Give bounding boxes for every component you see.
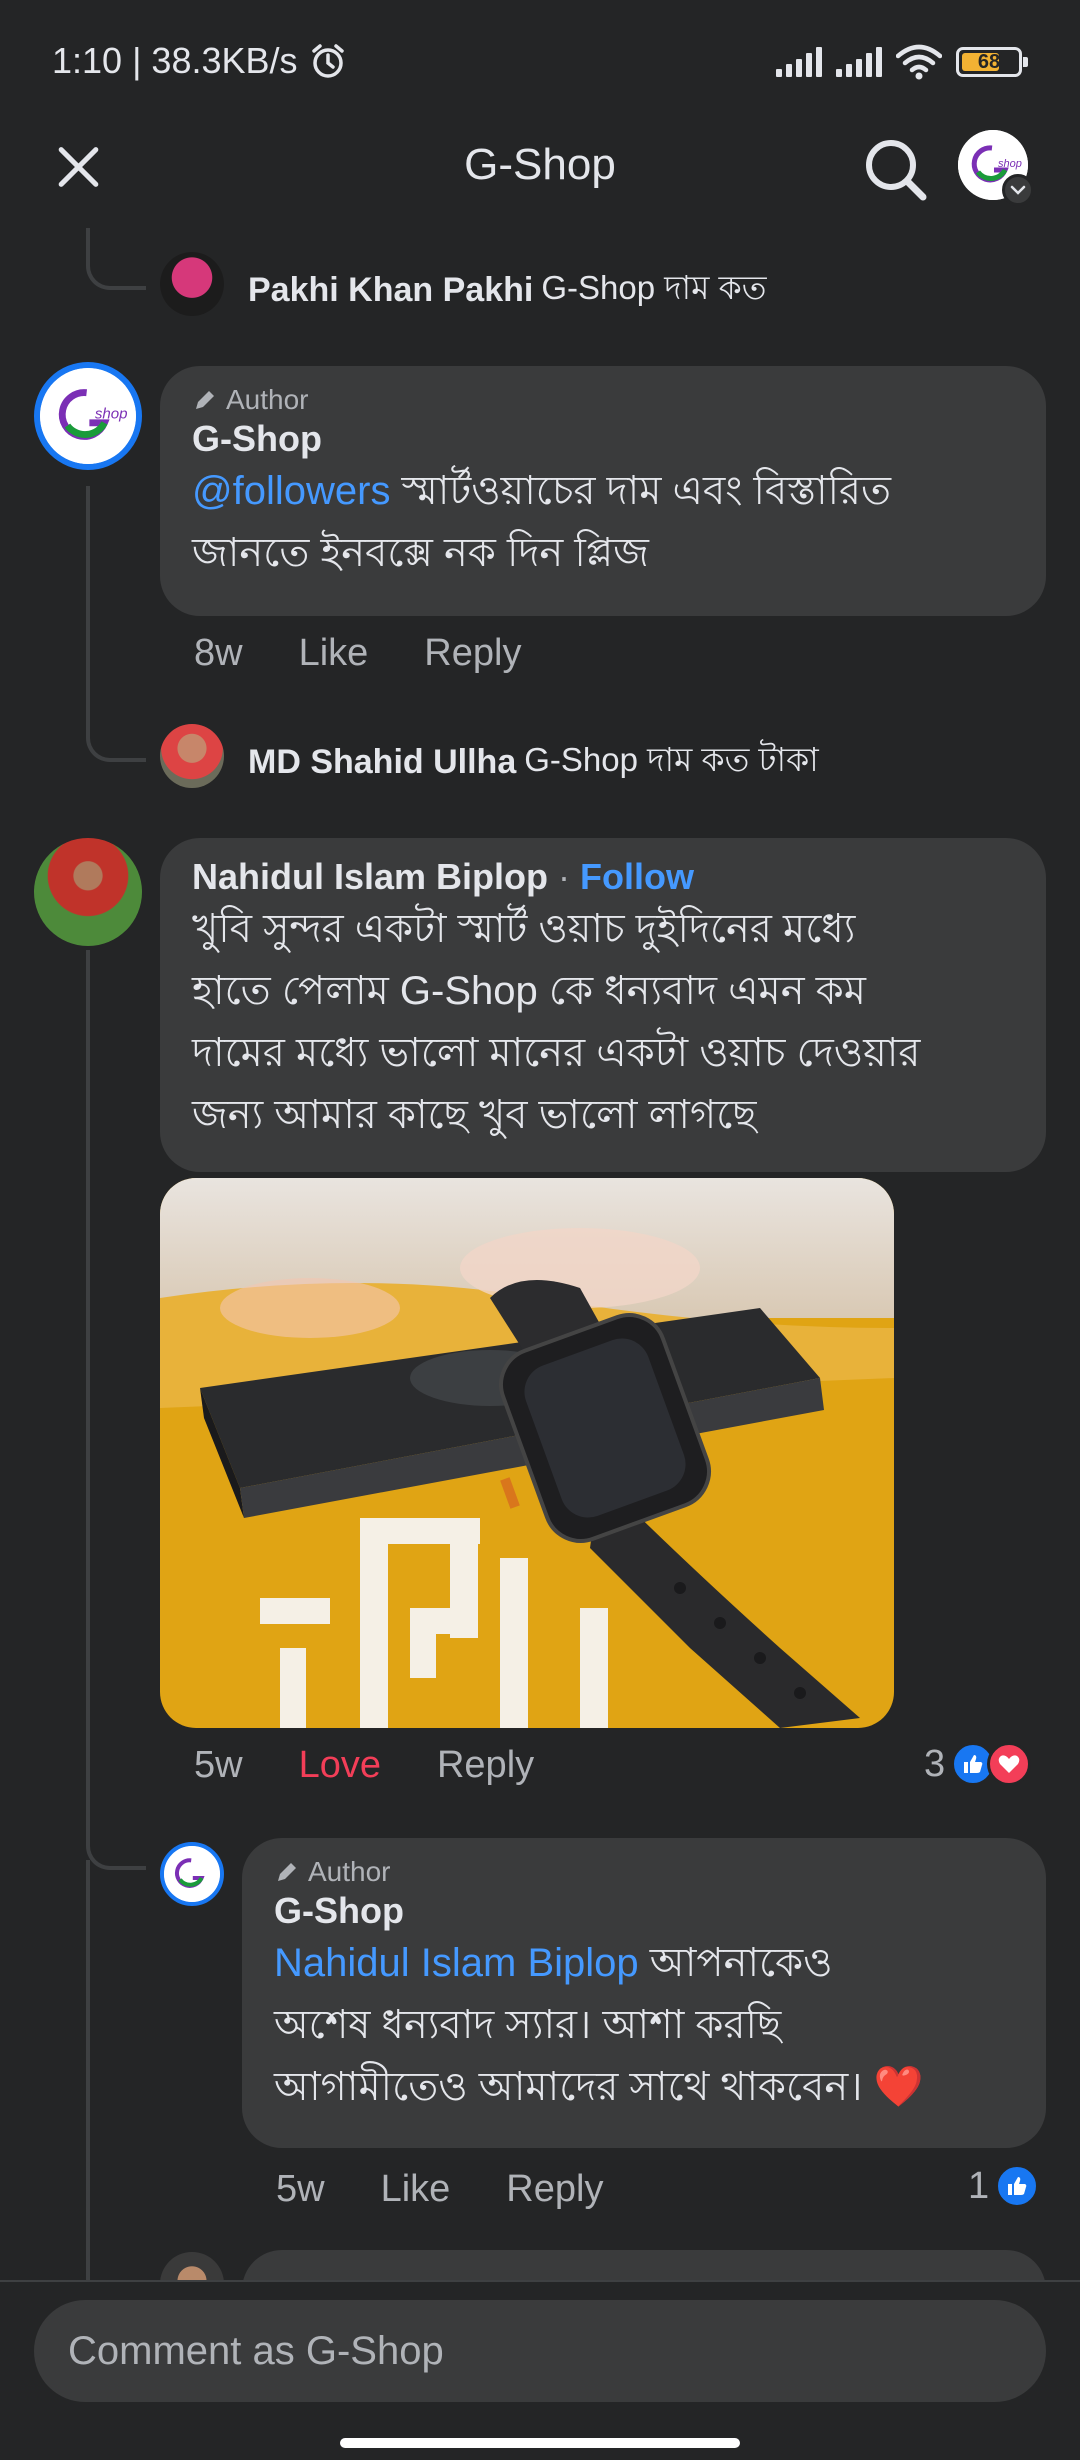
battery-level: 68 — [977, 50, 1001, 73]
reaction-summary[interactable]: 3 — [924, 1742, 1032, 1786]
thread-line — [86, 486, 90, 708]
comment-photo[interactable] — [160, 1178, 894, 1728]
avatar[interactable] — [160, 724, 224, 788]
reply-button[interactable]: Reply — [424, 632, 521, 675]
reaction-summary[interactable]: 1 — [968, 2164, 1040, 2208]
comment-time[interactable]: 5w — [276, 2168, 325, 2211]
reaction-count: 1 — [968, 2164, 990, 2207]
reply-summary[interactable]: Pakhi Khan Pakhi G-Shop দাম কত — [248, 262, 766, 318]
gshop-logo-icon: shop — [40, 368, 136, 464]
author-label: Author — [226, 384, 309, 415]
comment-actions: 5w Like Reply — [276, 2168, 659, 2211]
like-button[interactable]: Like — [299, 632, 369, 675]
search-icon[interactable] — [860, 134, 930, 204]
commenter-name[interactable]: G-Shop — [274, 1890, 1014, 1932]
reply-summary[interactable]: MD Shahid Ullha G-Shop দাম কত টাকা — [248, 734, 819, 790]
comment-text: G-Shop দাম কত টাকা — [524, 741, 819, 778]
author-badge: Author — [192, 384, 1014, 416]
thread-line — [86, 950, 90, 1750]
heart-reaction-icon — [987, 1742, 1032, 1786]
avatar[interactable] — [34, 838, 142, 946]
pencil-icon — [278, 1863, 296, 1881]
comment-text-line: হাতে পেলাম G-Shop কে ধন্যবাদ এমন কম — [192, 969, 866, 1013]
author-label: Author — [308, 1856, 391, 1887]
comment-actions: 5w Love Reply — [194, 1744, 590, 1787]
comment-text: @followers স্মার্টওয়াচের দাম এবং বিস্তা… — [192, 469, 892, 513]
mention-link[interactable]: Nahidul Islam Biplop — [274, 1941, 639, 1985]
battery-icon: 68 — [956, 47, 1028, 77]
comment-bubble[interactable]: Nahidul Islam Biplop · Follow খুবি সুন্দ… — [160, 838, 1046, 1172]
svg-text:shop: shop — [95, 406, 128, 423]
chevron-down-icon — [1002, 174, 1034, 206]
comment-text: Nahidul Islam Biplop আপনাকেও — [274, 1941, 833, 1985]
signal-icon-2 — [836, 47, 882, 77]
status-time-speed: 1:10 | 38.3KB/s — [52, 40, 298, 81]
thread-connector — [86, 700, 146, 762]
profile-avatar-button[interactable]: shop — [958, 130, 1034, 206]
thread-connector — [86, 228, 146, 290]
mention-link[interactable]: @followers — [192, 469, 390, 513]
heart-emoji: ❤️ — [873, 2065, 924, 2109]
comment-time[interactable]: 5w — [194, 1744, 243, 1787]
comment-header: Nahidul Islam Biplop · Follow — [192, 856, 695, 897]
comment-text-line: খুবি সুন্দর একটা স্মার্ট ওয়াচ দুইদিনের … — [192, 907, 856, 951]
comment-time[interactable]: 8w — [194, 632, 243, 675]
home-indicator[interactable] — [340, 2438, 740, 2448]
reply-button[interactable]: Reply — [437, 1744, 534, 1787]
signal-icon — [776, 47, 822, 77]
like-reaction-icon — [995, 2164, 1040, 2208]
pencil-icon — [196, 391, 214, 409]
page-avatar[interactable] — [160, 1842, 224, 1906]
svg-text:shop: shop — [998, 158, 1022, 170]
comment-composer-bar — [0, 2280, 1080, 2460]
reply-button[interactable]: Reply — [506, 2168, 603, 2211]
follow-button[interactable]: Follow — [580, 856, 694, 897]
commenter-name[interactable]: Pakhi Khan Pakhi — [248, 271, 533, 310]
love-button[interactable]: Love — [299, 1744, 381, 1787]
gshop-logo-icon — [164, 1846, 220, 1902]
wifi-icon — [896, 44, 942, 80]
like-button[interactable]: Like — [381, 2168, 451, 2211]
comment-text-line: জন্য আমার কাছে খুব ভালো লাগছে — [192, 1093, 757, 1137]
thread-connector — [86, 1740, 146, 1870]
thread-line — [86, 1860, 90, 2280]
commenter-name[interactable]: MD Shahid Ullha — [248, 743, 516, 782]
comment-bubble[interactable]: Author G-Shop @followers স্মার্টওয়াচের … — [160, 366, 1046, 616]
comment-text-line: জানতে ইনবক্সে নক দিন প্লিজ — [192, 531, 649, 575]
status-right: 68 — [776, 44, 1028, 80]
reaction-count: 3 — [924, 1742, 946, 1785]
status-bar: 1:10 | 38.3KB/s 68 — [0, 0, 1080, 130]
comment-actions: 8w Like Reply — [194, 632, 577, 675]
comment-text: G-Shop দাম কত — [541, 269, 767, 306]
commenter-name[interactable]: G-Shop — [192, 418, 1014, 460]
comment-text-line: আগামীতেও আমাদের সাথে থাকবেন। ❤️ — [274, 2065, 924, 2109]
comment-text-line: দামের মধ্যে ভালো মানের একটা ওয়াচ দেওয়া… — [192, 1031, 921, 1075]
comment-input[interactable] — [34, 2300, 1046, 2402]
top-bar: G-Shop shop — [0, 120, 1080, 220]
reply-bubble[interactable]: Author G-Shop Nahidul Islam Biplop আপনাক… — [242, 1838, 1046, 2148]
alarm-icon — [311, 44, 344, 78]
page-avatar[interactable]: shop — [34, 362, 142, 470]
avatar[interactable] — [160, 252, 224, 316]
comment-text-line: অশেষ ধন্যবাদ স্যার। আশা করছি — [274, 2003, 782, 2047]
smartwatch-photo — [160, 1178, 894, 1728]
commenter-name[interactable]: Nahidul Islam Biplop — [192, 856, 548, 897]
author-badge: Author — [274, 1856, 1014, 1888]
status-left: 1:10 | 38.3KB/s — [52, 40, 348, 82]
